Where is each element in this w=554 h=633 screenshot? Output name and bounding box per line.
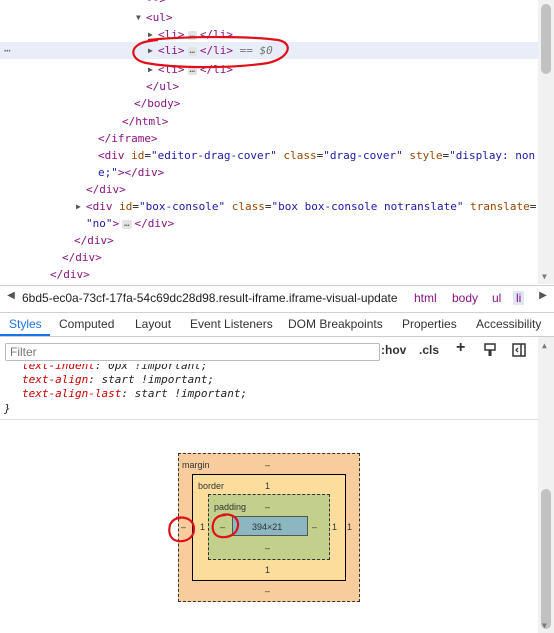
style-declaration[interactable]: text-align-last: start !important; (22, 387, 247, 401)
margin-left-value[interactable]: – (181, 522, 186, 532)
scroll-down-icon[interactable]: ▼ (542, 272, 547, 281)
scrollbar-thumb[interactable] (541, 4, 551, 74)
content-size-value[interactable]: 394×21 (252, 522, 282, 532)
tab-styles[interactable]: Styles (9, 317, 42, 331)
row-menu-icon[interactable]: ⋯ (4, 42, 11, 59)
class-toggle[interactable]: .cls (419, 343, 439, 357)
tree-line[interactable]: </div> (0, 181, 538, 198)
tree-line-div-box-console[interactable]: ▶ <div id="box-console" class="box box-c… (0, 198, 538, 215)
breadcrumb-next-icon[interactable]: ▶ (536, 290, 550, 301)
breadcrumb-item-body[interactable]: body (452, 291, 478, 305)
tree-line-li[interactable]: ▶ <li>… </li> (0, 26, 538, 43)
tree-line-li[interactable]: ▶ <li>… </li> (0, 61, 538, 78)
tree-line-continuation[interactable]: e;"></div> (0, 164, 538, 181)
margin-bottom-value[interactable]: – (265, 586, 270, 596)
expand-down-icon[interactable]: ▼ (136, 9, 141, 26)
tree-line-ul[interactable]: ▼ <ul> (0, 9, 538, 26)
collapsed-ellipsis[interactable]: … (122, 219, 132, 229)
collapsed-ellipsis[interactable]: … (187, 30, 197, 40)
style-declaration[interactable]: text-align: start !important; (22, 373, 214, 387)
border-left-value[interactable]: 1 (200, 522, 205, 532)
tree-line[interactable]: </div> (0, 266, 538, 283)
tree-line[interactable]: </ul> (0, 78, 538, 95)
filter-input[interactable] (5, 343, 380, 361)
scroll-down-icon[interactable]: ▼ (542, 621, 547, 630)
paint-brush-icon[interactable] (482, 342, 498, 358)
scroll-up-icon[interactable]: ▲ (542, 341, 547, 350)
tab-layout[interactable]: Layout (135, 317, 171, 331)
filter-toolbar: :hov .cls + (0, 337, 554, 365)
tree-line[interactable]: </body> (0, 95, 538, 112)
border-right-extra-value[interactable]: 1 (332, 522, 337, 532)
margin-label: margin (182, 460, 210, 470)
expand-right-icon[interactable]: ▶ (148, 42, 153, 59)
border-right-value[interactable]: – (312, 522, 317, 532)
box-model-diagram: margin – – – 1 border 1 1 1 – 1 padding … (0, 420, 538, 633)
expand-right-icon[interactable]: ▶ (148, 61, 153, 78)
active-tab-indicator (0, 334, 50, 336)
selected-node-marker: == $0 (239, 44, 273, 57)
tree-line[interactable]: </iframe> (0, 130, 538, 147)
hover-state-toggle[interactable]: :hov (381, 343, 406, 357)
tab-accessibility[interactable]: Accessibility (476, 317, 541, 331)
breadcrumb-item-li[interactable]: li (513, 291, 525, 305)
rule-closing-brace: } (4, 402, 11, 415)
tab-dom-breakpoints[interactable]: DOM Breakpoints (288, 317, 383, 331)
breadcrumb-path[interactable]: 6bd5-ec0a-73cf-17fa-54c69dc28d98.result-… (22, 291, 398, 305)
tree-line[interactable]: --> (0, 0, 538, 8)
new-rule-button[interactable]: + (456, 339, 465, 357)
styles-scrollbar[interactable]: ▲ ▼ (538, 337, 554, 633)
expand-right-icon[interactable]: ▶ (148, 26, 153, 43)
tree-line[interactable]: </html> (0, 113, 538, 130)
margin-top-value[interactable]: – (265, 460, 270, 470)
padding-top-value[interactable]: – (265, 502, 270, 512)
toggle-sidebar-icon[interactable] (511, 342, 527, 358)
border-top-value[interactable]: 1 (265, 481, 270, 491)
breadcrumb-item-html[interactable]: html (414, 291, 437, 305)
style-rules: text-indent: 0px !important; text-align:… (0, 364, 538, 420)
tree-line[interactable]: </div> (0, 232, 538, 249)
tree-line-li-selected[interactable]: ⋯ ▶ <li>… </li> == $0 (0, 42, 538, 59)
padding-bottom-value[interactable]: – (265, 543, 270, 553)
breadcrumb: ◀ 6bd5-ec0a-73cf-17fa-54c69dc28d98.resul… (0, 285, 554, 313)
padding-label: padding (214, 502, 247, 512)
sidebar-tabs: Styles Computed Layout Event Listeners D… (0, 312, 554, 337)
tree-scrollbar[interactable]: ▼ (538, 0, 554, 284)
border-bottom-value[interactable]: 1 (265, 565, 270, 575)
collapsed-ellipsis[interactable]: … (187, 46, 197, 56)
style-declaration[interactable]: text-indent: 0px !important; (22, 364, 207, 373)
tab-computed[interactable]: Computed (59, 317, 114, 331)
tab-event-listeners[interactable]: Event Listeners (190, 317, 273, 331)
breadcrumb-prev-icon[interactable]: ◀ (4, 290, 18, 301)
margin-right-value[interactable]: 1 (347, 522, 352, 532)
breadcrumb-item-ul[interactable]: ul (492, 291, 501, 305)
tab-properties[interactable]: Properties (402, 317, 457, 331)
elements-tree: --> ▼ <ul> ▶ <li>…</li> ⋯ ▶ <li>…</li> =… (0, 0, 538, 284)
tree-line-div-drag-cover[interactable]: <div id="editor-drag-cover" class="drag-… (0, 147, 538, 164)
padding-left-value[interactable]: – (220, 522, 225, 532)
border-label: border (198, 481, 225, 491)
collapsed-ellipsis[interactable]: … (187, 65, 197, 75)
tree-line-continuation[interactable]: "no">… </div> (0, 215, 538, 232)
scrollbar-thumb[interactable] (541, 489, 551, 629)
tree-line[interactable]: </div> (0, 249, 538, 266)
expand-right-icon[interactable]: ▶ (76, 198, 81, 215)
